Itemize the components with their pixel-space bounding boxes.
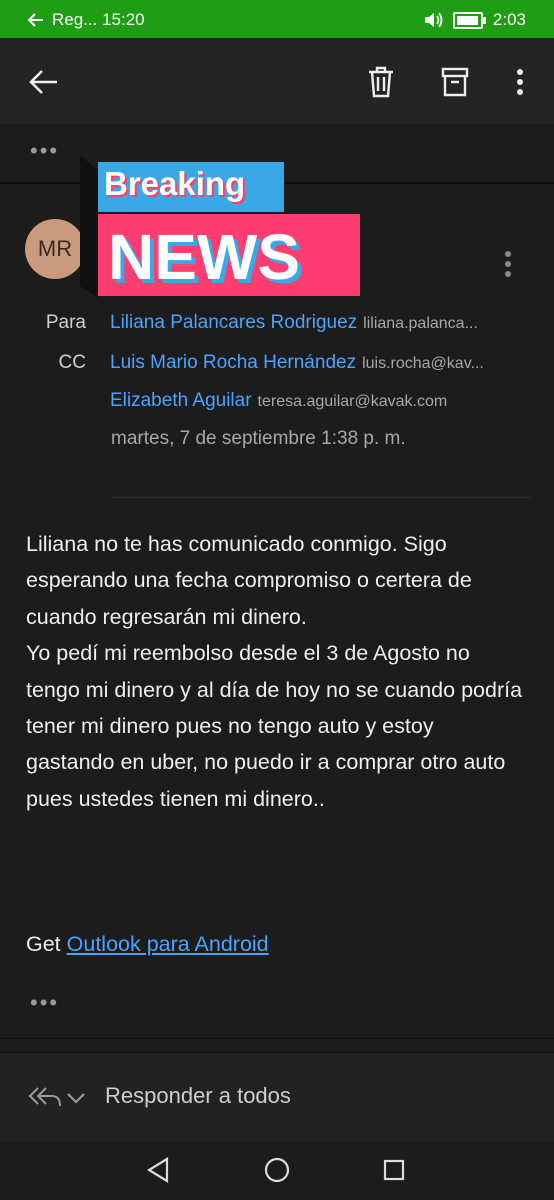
battery-icon bbox=[452, 11, 486, 29]
divider bbox=[0, 1038, 554, 1039]
nav-home-icon[interactable] bbox=[264, 1157, 290, 1183]
status-left-text: Reg... 15:20 bbox=[52, 10, 145, 29]
to-label: Para bbox=[45, 312, 86, 333]
sticker-line1: Breaking bbox=[104, 165, 245, 202]
more-vertical-icon bbox=[505, 251, 511, 277]
body-paragraph: Yo pedí mi reembolso desde el 3 de Agost… bbox=[26, 641, 523, 811]
delete-button[interactable] bbox=[359, 60, 403, 104]
divider bbox=[111, 497, 531, 498]
show-quoted-ellipsis[interactable]: ••• bbox=[30, 990, 59, 1016]
cc-row-2: Elizabeth Aguilar teresa.aguilar@kavak.c… bbox=[30, 390, 530, 412]
status-bar: Reg... 15:20 2:03 bbox=[0, 0, 554, 38]
sticker-line2: NEWS bbox=[108, 221, 300, 293]
system-nav-bar bbox=[0, 1142, 554, 1200]
email-toolbar bbox=[0, 38, 554, 124]
breaking-news-sticker: Breaking Breaking NEWS NEWS bbox=[80, 156, 360, 298]
volume-icon bbox=[424, 12, 443, 28]
signature: Get Outlook para Android bbox=[26, 932, 269, 957]
back-arrow-small-icon bbox=[28, 13, 43, 27]
to-row: Para Liliana Palancares Rodriguez lilian… bbox=[30, 312, 530, 334]
recipient-email: liliana.palanca... bbox=[363, 315, 478, 332]
cc-row: CC Luis Mario Rocha Hernández luis.rocha… bbox=[30, 352, 530, 374]
reply-all-icon bbox=[28, 1087, 61, 1107]
recipient-name[interactable]: Liliana Palancares Rodriguez bbox=[110, 312, 357, 334]
archive-icon bbox=[441, 67, 469, 97]
body-paragraph: Liliana no te has comunicado conmigo. Si… bbox=[26, 532, 472, 629]
reply-bar[interactable]: Responder a todos bbox=[0, 1052, 554, 1143]
chevron-down-icon[interactable] bbox=[66, 1092, 86, 1104]
avatar[interactable]: MR bbox=[25, 219, 85, 279]
more-options-button[interactable] bbox=[498, 60, 542, 104]
message-body: Liliana no te has comunicado conmigo. Si… bbox=[26, 526, 526, 817]
reply-all-button[interactable]: Responder a todos bbox=[105, 1083, 291, 1109]
cc-recipient-name[interactable]: Elizabeth Aguilar bbox=[110, 390, 252, 412]
arrow-left-icon bbox=[29, 70, 57, 94]
collapsed-messages-ellipsis[interactable]: ••• bbox=[30, 138, 59, 164]
more-vertical-icon bbox=[517, 69, 523, 95]
message-more-button[interactable] bbox=[504, 250, 512, 283]
nav-recents-icon[interactable] bbox=[383, 1159, 405, 1181]
signature-prefix: Get bbox=[26, 932, 67, 956]
back-button[interactable] bbox=[21, 60, 65, 104]
message-date: martes, 7 de septiembre 1:38 p. m. bbox=[111, 428, 406, 449]
archive-button[interactable] bbox=[433, 60, 477, 104]
cc-recipient-email: luis.rocha@kav... bbox=[362, 355, 484, 372]
status-time: 2:03 bbox=[492, 10, 526, 29]
outlook-link[interactable]: Outlook para Android bbox=[67, 932, 269, 956]
nav-back-icon[interactable] bbox=[146, 1157, 170, 1183]
cc-recipient-email: teresa.aguilar@kavak.com bbox=[257, 393, 448, 410]
trash-icon bbox=[369, 66, 393, 98]
cc-label: CC bbox=[58, 352, 86, 373]
cc-recipient-name[interactable]: Luis Mario Rocha Hernández bbox=[110, 352, 356, 374]
